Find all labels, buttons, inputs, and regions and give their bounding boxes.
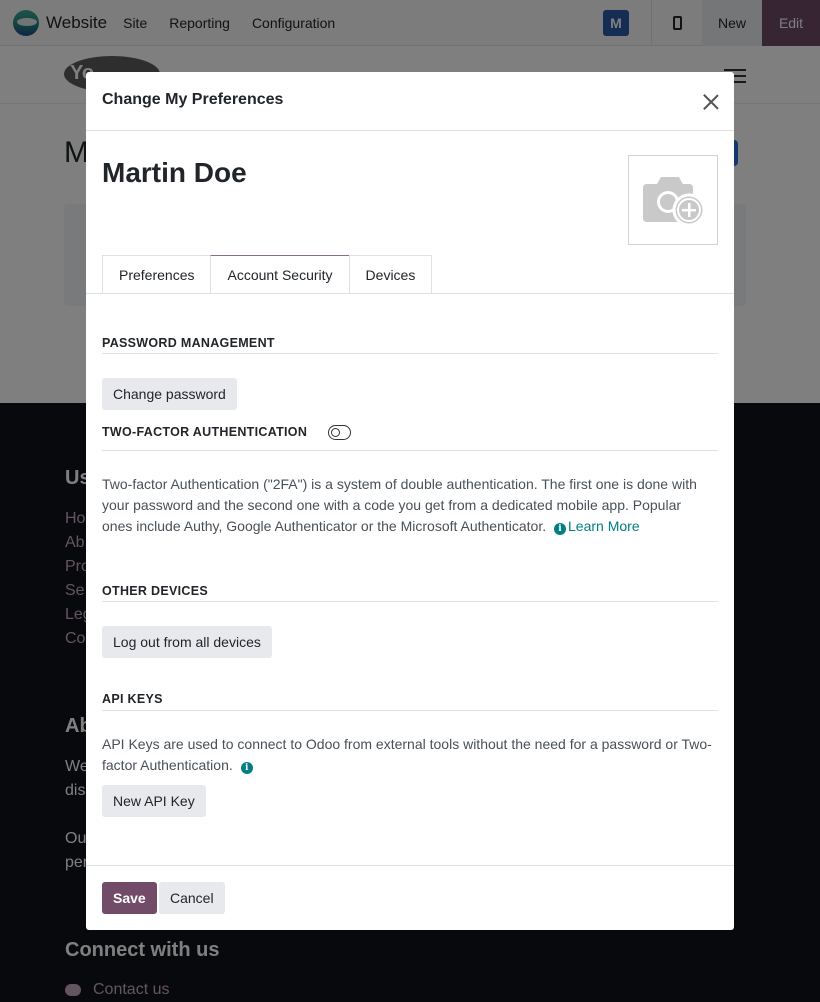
dialog-footer: Save Cancel <box>86 865 734 930</box>
change-password-button[interactable]: Change password <box>102 378 237 410</box>
dialog-title: Change My Preferences <box>102 91 284 108</box>
user-name: Martin Doe <box>102 157 247 188</box>
section-divider <box>102 450 718 451</box>
info-icon[interactable]: i <box>240 762 253 774</box>
section-divider <box>102 353 718 354</box>
api-keys-section-title: API KEYS <box>102 692 163 706</box>
tabs-underline <box>86 293 734 294</box>
toggle-off-icon[interactable] <box>328 425 351 440</box>
learn-more-link[interactable]: Learn More <box>568 518 640 534</box>
info-icon: i <box>554 523 567 535</box>
devices-section-title: OTHER DEVICES <box>102 584 208 598</box>
new-api-key-button[interactable]: New API Key <box>102 785 206 817</box>
twofa-description: Two-factor Authentication ("2FA") is a s… <box>102 474 712 537</box>
dialog-tabs: Preferences Account Security Devices <box>102 255 433 294</box>
section-divider <box>102 601 718 602</box>
preferences-dialog: Change My Preferences Martin Doe Prefere… <box>86 72 734 930</box>
api-keys-text: API Keys are used to connect to Odoo fro… <box>102 736 712 773</box>
tab-devices[interactable]: Devices <box>348 255 433 294</box>
tab-preferences[interactable]: Preferences <box>102 255 212 294</box>
camera-add-icon <box>643 177 706 226</box>
close-icon[interactable] <box>702 93 720 111</box>
password-section-title: PASSWORD MANAGEMENT <box>102 336 275 350</box>
section-divider <box>102 710 718 711</box>
dialog-header: Change My Preferences <box>86 72 734 131</box>
save-button[interactable]: Save <box>102 882 157 914</box>
cancel-button[interactable]: Cancel <box>159 882 225 914</box>
api-keys-description: API Keys are used to connect to Odoo fro… <box>102 734 712 776</box>
logout-all-devices-button[interactable]: Log out from all devices <box>102 626 272 658</box>
tab-account-security[interactable]: Account Security <box>210 255 350 294</box>
twofa-section-title: TWO-FACTOR AUTHENTICATION <box>102 425 308 439</box>
profile-photo-upload[interactable] <box>628 155 718 245</box>
